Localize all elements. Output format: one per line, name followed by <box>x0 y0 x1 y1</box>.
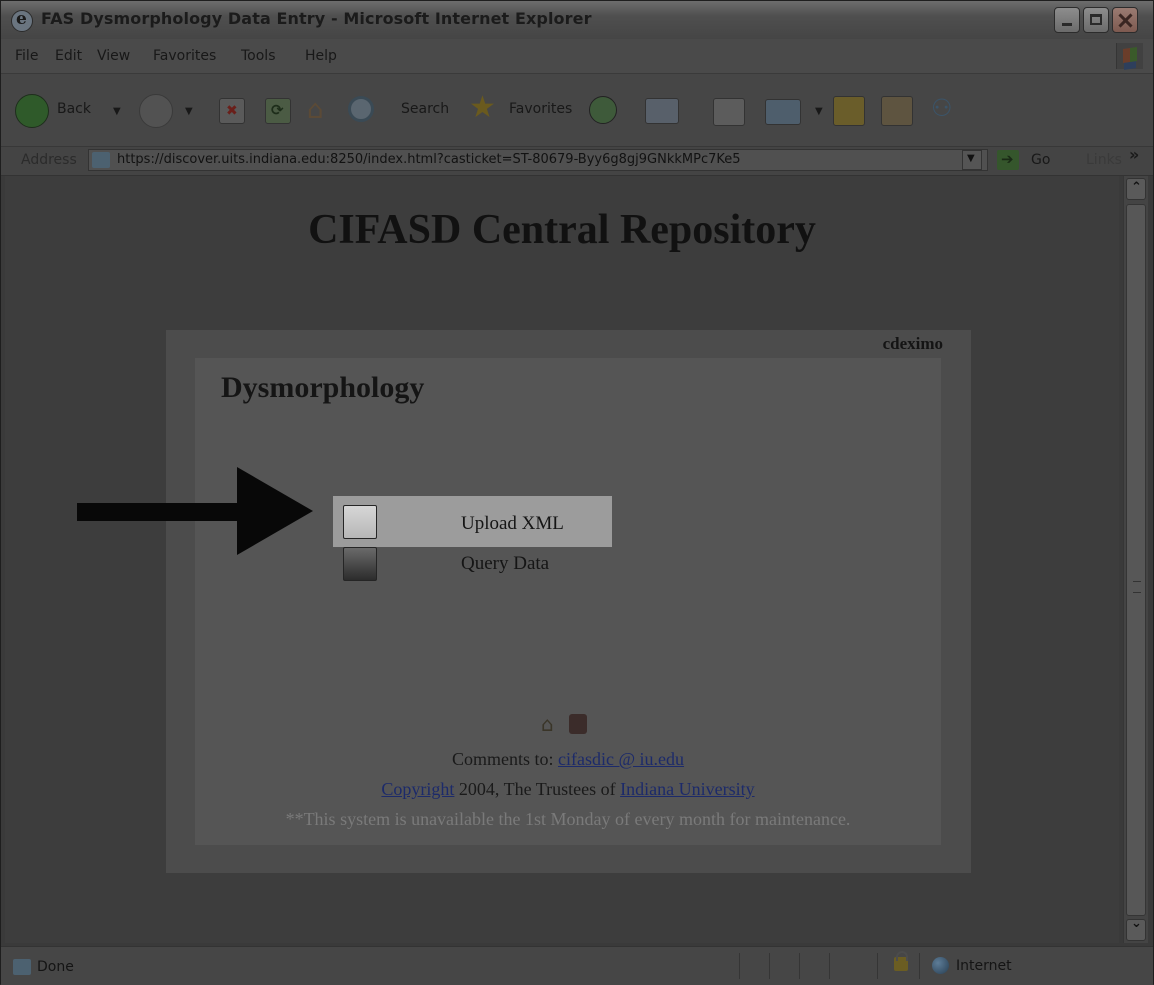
status-divider <box>739 953 740 979</box>
comments-email-link[interactable]: cifasdic @ iu.edu <box>558 749 684 769</box>
search-icon <box>348 96 374 122</box>
menu-tools[interactable]: Tools <box>241 48 276 64</box>
section-title: Dysmorphology <box>221 371 425 404</box>
status-divider <box>877 953 878 979</box>
go-button[interactable]: Go <box>1031 152 1050 168</box>
page-icon <box>92 152 110 168</box>
links-chevron-icon[interactable]: » <box>1129 145 1139 164</box>
query-data-label[interactable]: Query Data <box>461 553 549 575</box>
status-text: Done <box>37 959 74 975</box>
print-icon[interactable] <box>713 98 745 126</box>
footer-icons: ⌂ <box>541 712 601 738</box>
security-zone: Internet <box>956 958 1012 974</box>
maximize-button[interactable] <box>1083 7 1109 33</box>
username: cdeximo <box>882 334 943 353</box>
windows-logo-icon <box>1116 43 1143 69</box>
favorites-label: Favorites <box>509 101 573 117</box>
toolbar: Back ▼ ▼ ✖ ⟳ ⌂ Search ★ Favorites ▼ ⚇ <box>1 74 1153 147</box>
ie-app-icon <box>11 9 33 32</box>
copyright-line: Copyright 2004, The Trustees of Indiana … <box>195 779 941 800</box>
menu-help[interactable]: Help <box>305 48 337 64</box>
page-title: CIFASD Central Repository <box>308 207 816 253</box>
panel-inner <box>195 358 941 845</box>
stop-icon[interactable]: ✖ <box>219 98 245 124</box>
status-divider <box>919 953 920 979</box>
status-divider <box>769 953 770 979</box>
lock-icon <box>894 951 908 971</box>
back-label: Back <box>57 101 91 117</box>
copyright-text: 2004, The Trustees of <box>454 779 621 799</box>
window-title: FAS Dysmorphology Data Entry - Microsoft… <box>41 9 592 28</box>
upload-xml-label[interactable]: Upload XML <box>461 513 564 535</box>
status-bar: Done Internet <box>1 946 1153 985</box>
scroll-thumb[interactable] <box>1126 204 1146 916</box>
scroll-up-button[interactable] <box>1126 178 1146 200</box>
status-divider <box>799 953 800 979</box>
discuss-icon[interactable] <box>833 96 865 126</box>
browser-window: FAS Dysmorphology Data Entry - Microsoft… <box>0 0 1154 985</box>
comments-line: Comments to: cifasdic @ iu.edu <box>195 749 941 770</box>
address-dropdown-icon[interactable]: ▼ <box>962 150 982 170</box>
menu-edit[interactable]: Edit <box>55 48 82 64</box>
back-dropdown-icon[interactable]: ▼ <box>113 106 121 117</box>
links-label[interactable]: Links <box>1086 152 1122 168</box>
title-bar: FAS Dysmorphology Data Entry - Microsoft… <box>1 1 1153 39</box>
grip-icon <box>1133 581 1141 593</box>
menu-bar: File Edit View Favorites Tools Help <box>1 39 1153 74</box>
comments-prefix: Comments to: <box>451 749 558 769</box>
edit-dropdown-icon[interactable]: ▼ <box>815 106 823 117</box>
scroll-down-button[interactable] <box>1126 916 1146 941</box>
close-button[interactable] <box>1112 7 1138 33</box>
home-icon[interactable]: ⌂ <box>307 95 324 125</box>
copyright-link[interactable]: Copyright <box>381 779 454 799</box>
address-label: Address <box>21 152 77 168</box>
menu-view[interactable]: View <box>97 48 130 64</box>
forward-button[interactable] <box>139 94 173 128</box>
page-status-icon <box>13 959 31 975</box>
address-url: https://discover.uits.indiana.edu:8250/i… <box>117 152 741 167</box>
edit-icon[interactable] <box>765 99 801 125</box>
maintenance-notice: **This system is unavailable the 1st Mon… <box>285 809 851 829</box>
globe-icon <box>932 957 949 974</box>
research-icon[interactable] <box>881 96 913 126</box>
search-label: Search <box>401 101 450 117</box>
menu-file[interactable]: File <box>15 48 38 64</box>
minimize-button[interactable] <box>1054 7 1080 33</box>
messenger-icon[interactable]: ⚇ <box>931 94 953 122</box>
logout-icon[interactable] <box>569 714 587 734</box>
query-data-button[interactable] <box>343 547 377 581</box>
history-icon[interactable] <box>589 96 617 124</box>
favorites-star-icon: ★ <box>469 90 496 125</box>
upload-xml-button[interactable] <box>343 505 377 539</box>
go-arrow-icon[interactable]: ➔ <box>997 150 1019 170</box>
forward-dropdown-icon[interactable]: ▼ <box>185 106 193 117</box>
address-input[interactable]: https://discover.uits.indiana.edu:8250/i… <box>88 149 988 171</box>
refresh-icon[interactable]: ⟳ <box>265 98 291 124</box>
menu-favorites[interactable]: Favorites <box>153 48 216 64</box>
vertical-scrollbar[interactable] <box>1123 176 1148 943</box>
home-icon[interactable]: ⌂ <box>541 712 554 736</box>
back-arrow-icon <box>15 94 49 128</box>
page-content: CIFASD Central Repository cdeximo Dysmor… <box>5 176 1119 943</box>
indiana-university-link[interactable]: Indiana University <box>620 779 754 799</box>
pointer-arrow-icon <box>77 467 313 555</box>
mail-icon[interactable] <box>645 98 679 124</box>
status-divider <box>829 953 830 979</box>
